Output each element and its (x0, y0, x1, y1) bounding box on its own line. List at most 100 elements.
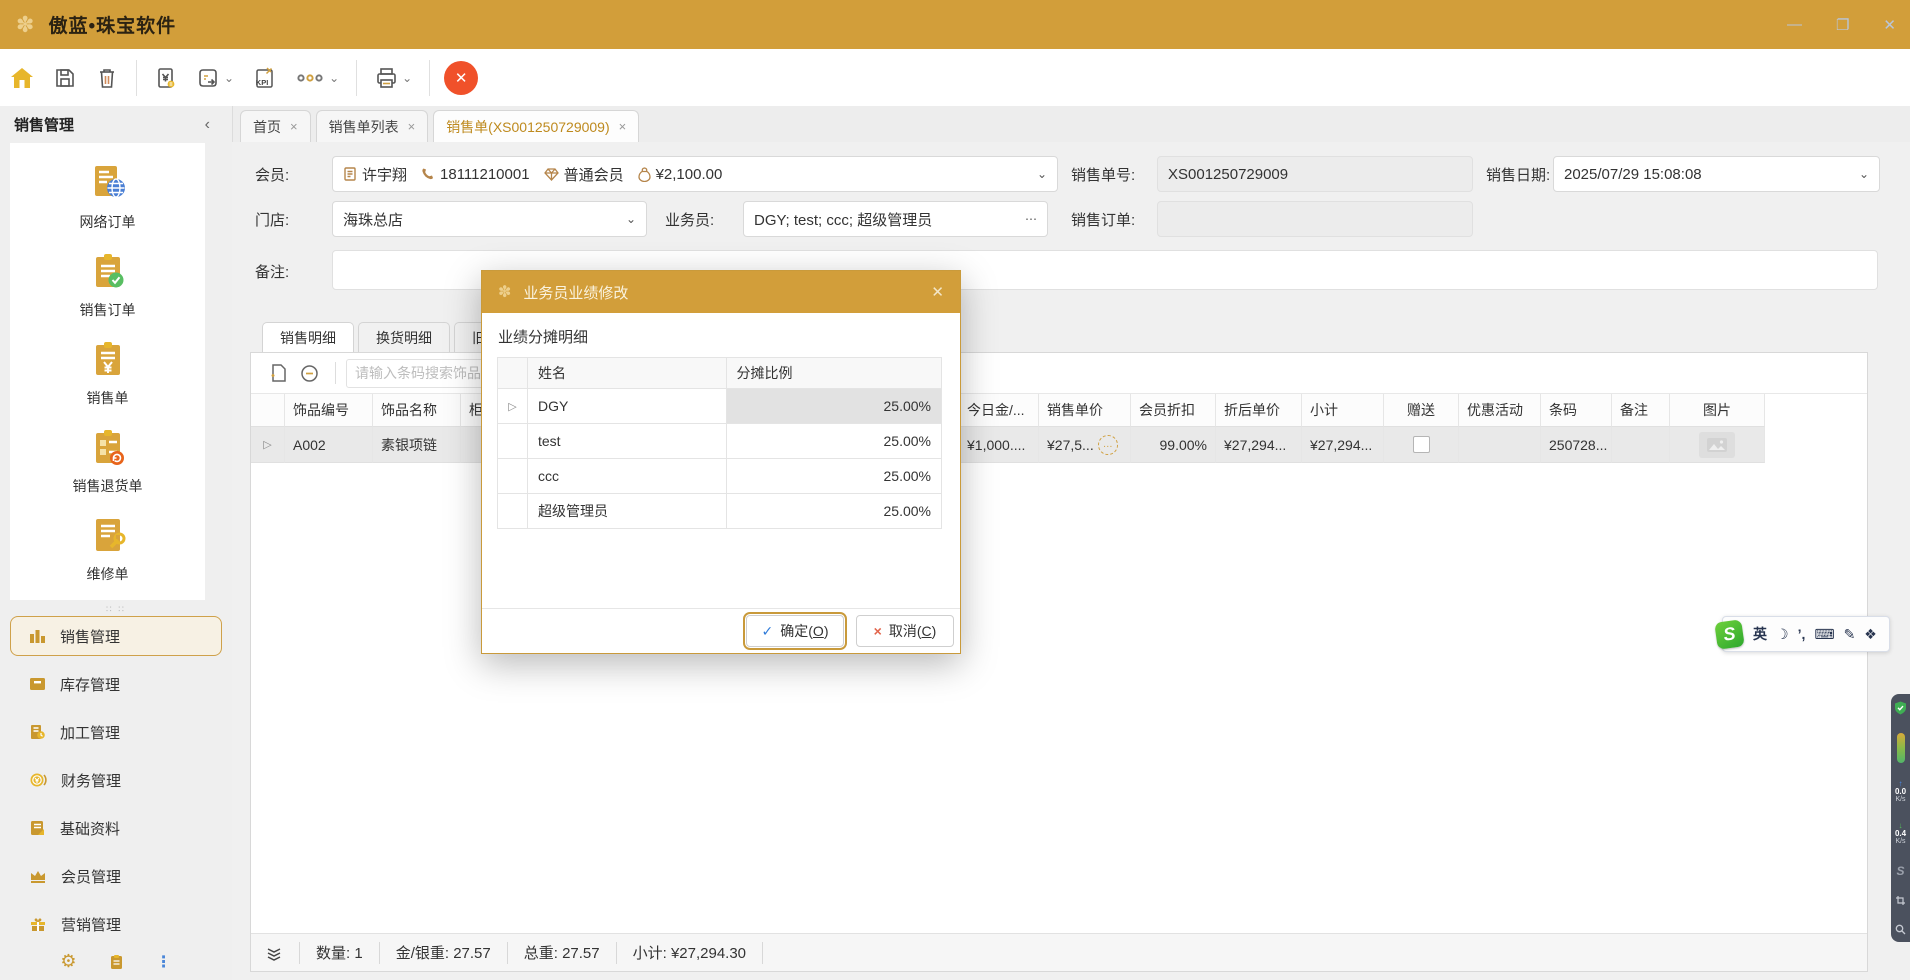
export-button[interactable]: ⌄ (187, 58, 243, 98)
kpi-button[interactable]: KPI (243, 58, 287, 98)
remove-item-button[interactable] (294, 353, 325, 393)
col-gift[interactable]: 赠送 (1384, 394, 1459, 427)
row-expand-cell[interactable] (498, 494, 528, 529)
salesman-field[interactable]: DGY; test; ccc; 超级管理员 ⋯ (743, 201, 1048, 237)
sogou-logo-icon[interactable]: S (1714, 619, 1744, 649)
gift-checkbox[interactable] (1413, 436, 1430, 453)
col-name[interactable]: 姓名 (528, 358, 727, 389)
chevron-down-icon[interactable]: ⌄ (626, 212, 636, 226)
clipboard-icon[interactable] (109, 954, 124, 970)
sidebar-item-basic-data[interactable]: 基础资料 (10, 808, 222, 848)
dialog-title-bar[interactable]: ✽ 业务员业绩修改 ✕ (482, 271, 960, 313)
close-page-button[interactable]: ✕ (444, 61, 478, 95)
tab-exchange-detail[interactable]: 换货明细 (358, 322, 450, 353)
tab-sales-list[interactable]: 销售单列表 × (316, 110, 429, 142)
maximize-icon[interactable]: ❐ (1836, 16, 1849, 34)
dialog-close-icon[interactable]: ✕ (931, 283, 944, 301)
store-select[interactable]: 海珠总店 ⌄ (332, 201, 647, 237)
sidebar-item-member-mgmt[interactable]: 会员管理 (10, 856, 222, 896)
screenshot-icon[interactable] (1895, 895, 1906, 906)
sidebar-collapse-icon[interactable]: ‹ (205, 116, 210, 134)
ime-language-toggle[interactable]: 英 (1753, 624, 1767, 644)
sidebar-item-sales-mgmt[interactable]: 销售管理 (10, 616, 222, 656)
sidebar-item-finance-mgmt[interactable]: 财务管理 (10, 760, 222, 800)
print-button[interactable]: ⌄ (365, 58, 421, 98)
sales-order-field[interactable] (1157, 201, 1473, 237)
image-placeholder-icon[interactable] (1699, 432, 1735, 458)
tab-close-icon[interactable]: × (619, 119, 627, 134)
punctuation-icon[interactable]: ’, (1798, 626, 1806, 642)
ime-menu-icon[interactable]: ❖ (1864, 626, 1877, 643)
moon-icon[interactable]: ☽ (1776, 626, 1789, 643)
expand-row-icon[interactable]: ▷ (263, 438, 271, 451)
expand-row-icon[interactable]: ▷ (508, 400, 516, 413)
price-more-icon[interactable]: … (1098, 435, 1118, 455)
keyboard-icon[interactable]: ⌨ (1814, 626, 1834, 643)
more-tools-button[interactable]: ⌄ (287, 58, 348, 98)
shortcut-repair[interactable]: 维修单 (10, 505, 205, 593)
col-today-gold[interactable]: 今日金/... (959, 394, 1039, 427)
tab-home[interactable]: 首页 × (240, 110, 311, 142)
tab-close-icon[interactable]: × (290, 119, 298, 134)
col-remark[interactable]: 备注 (1612, 394, 1670, 427)
date-select[interactable]: 2025/07/29 15:08:08 ⌄ (1553, 156, 1880, 192)
col-item-name[interactable]: 饰品名称 (373, 394, 461, 427)
settings-gear-icon[interactable]: ⚙ (60, 951, 76, 972)
shortcut-online-orders[interactable]: 网络订单 (10, 153, 205, 241)
col-item-code[interactable]: 饰品编号 (285, 394, 373, 427)
member-select[interactable]: 许宇翔 18111210001 普通会员 ¥2,100.00 ⌄ (332, 156, 1058, 192)
row-expand-cell[interactable] (498, 459, 528, 494)
sidebar-item-inventory-mgmt[interactable]: 库存管理 (10, 664, 222, 704)
allocation-row[interactable]: 超级管理员 25.00% (498, 494, 942, 529)
minimize-icon[interactable]: — (1787, 16, 1802, 33)
allocation-row[interactable]: ▷ DGY 25.00% (498, 389, 942, 424)
sidebar-item-marketing-mgmt[interactable]: 营销管理 (10, 904, 222, 944)
order-no-field[interactable]: XS001250729009 (1157, 156, 1473, 192)
cell-ratio[interactable]: 25.00% (727, 389, 942, 424)
layers-icon[interactable] (265, 944, 283, 962)
window-close-icon[interactable]: ✕ (1883, 16, 1896, 34)
col-barcode[interactable]: 条码 (1541, 394, 1612, 427)
chevron-down-icon[interactable]: ⌄ (1037, 167, 1047, 181)
col-image[interactable]: 图片 (1670, 394, 1765, 427)
save-button[interactable] (44, 58, 86, 98)
row-expand-cell[interactable] (498, 424, 528, 459)
salesman-more-icon[interactable]: ⋯ (1025, 212, 1037, 226)
search-icon[interactable] (1895, 924, 1906, 935)
cell-ratio[interactable]: 25.00% (727, 424, 942, 459)
row-expand-cell[interactable]: ▷ (498, 389, 528, 424)
sidebar-item-processing-mgmt[interactable]: 加工管理 (10, 712, 222, 752)
col-subtotal[interactable]: 小计 (1302, 394, 1384, 427)
col-unit-price[interactable]: 销售单价 (1039, 394, 1131, 427)
allocation-row[interactable]: test 25.00% (498, 424, 942, 459)
delete-button[interactable] (86, 58, 128, 98)
row-expand-cell[interactable]: ▷ (251, 427, 285, 463)
download-unit: K/s (1895, 838, 1905, 846)
cell-ratio[interactable]: 25.00% (727, 459, 942, 494)
payment-button[interactable] (145, 58, 187, 98)
more-menu-icon[interactable]: ⋮ (156, 952, 172, 972)
col-ratio[interactable]: 分摊比例 (727, 358, 942, 389)
tab-close-icon[interactable]: × (408, 119, 416, 134)
chevron-down-icon[interactable]: ⌄ (1859, 167, 1869, 181)
trash-icon (95, 66, 119, 90)
shortcut-sales-return[interactable]: 销售退货单 (10, 417, 205, 505)
download-speed: ↓ 0.4 K/s (1895, 822, 1906, 846)
tab-sales-detail[interactable]: 销售明细 (262, 322, 354, 353)
status-separator (299, 942, 300, 964)
handwriting-icon[interactable]: ✎ (1844, 626, 1856, 643)
home-button[interactable] (0, 58, 44, 98)
ok-button[interactable]: ✓ 确定(O) (746, 615, 844, 647)
col-member-discount[interactable]: 会员折扣 (1131, 394, 1216, 427)
shortcut-sales-ticket[interactable]: 销售单 (10, 329, 205, 417)
cell-ratio[interactable]: 25.00% (727, 494, 942, 529)
tab-sales-order[interactable]: 销售单(XS001250729009) × (433, 110, 639, 142)
sidebar-drag-handle[interactable]: ∷ ∷ (0, 604, 232, 615)
add-item-button[interactable] (263, 353, 294, 393)
shortcut-sales-orders[interactable]: 销售订单 (10, 241, 205, 329)
col-promo[interactable]: 优惠活动 (1459, 394, 1541, 427)
col-discounted-price[interactable]: 折后单价 (1216, 394, 1302, 427)
system-monitor-strip[interactable]: ↑ 0.0 K/s ↓ 0.4 K/s S (1891, 694, 1910, 942)
allocation-row[interactable]: ccc 25.00% (498, 459, 942, 494)
cancel-button[interactable]: × 取消(C) (856, 615, 954, 647)
